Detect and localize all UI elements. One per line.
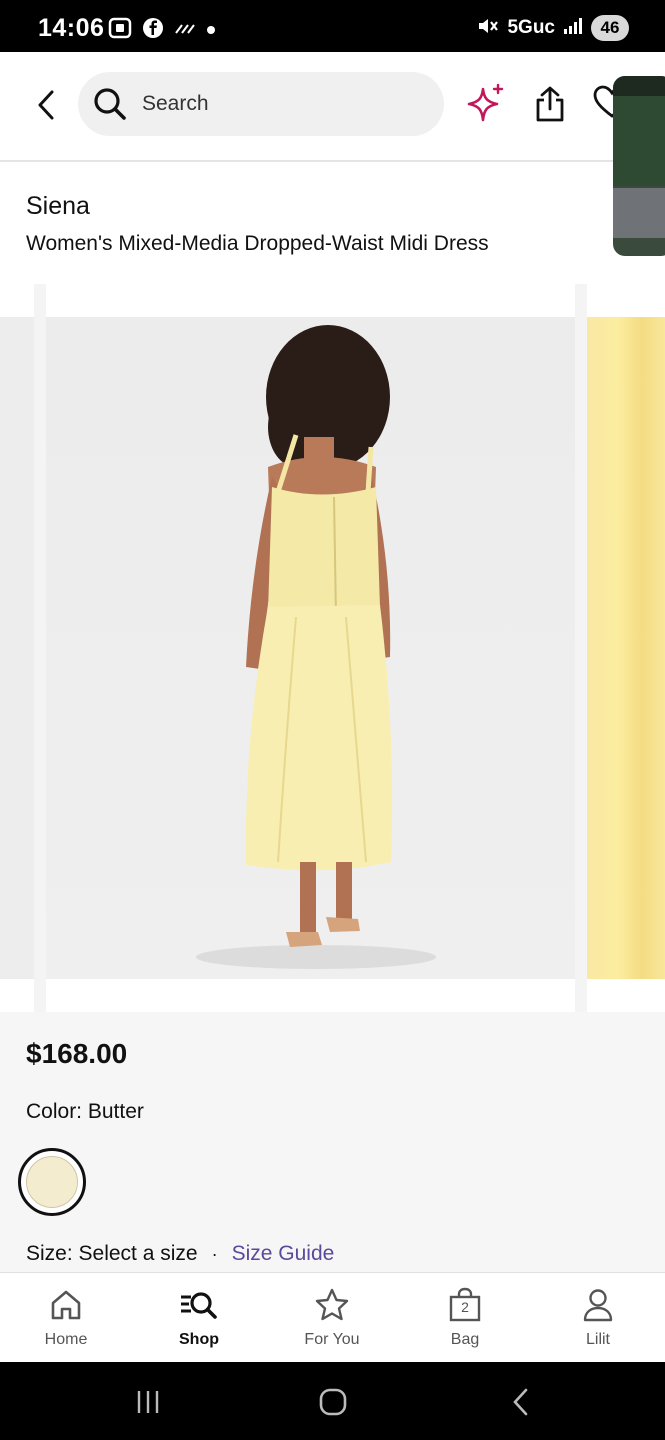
- system-navigation-bar: [0, 1362, 665, 1440]
- nav-label-account: Lilit: [585, 1331, 610, 1348]
- pip-scene-road: [613, 188, 665, 238]
- nav-item-account[interactable]: Lilit: [548, 1285, 648, 1349]
- size-label: Size: Select a size: [26, 1242, 198, 1265]
- product-details: $168.00 Color: Butter Size: Select a siz…: [0, 1012, 665, 1272]
- nav-item-shop[interactable]: Shop: [149, 1285, 249, 1349]
- facebook-icon: [142, 17, 164, 44]
- status-icons-right: 5Guc 46: [477, 15, 629, 41]
- carousel-next-image[interactable]: [587, 317, 665, 979]
- share-button[interactable]: [528, 82, 572, 126]
- carousel-prev-image[interactable]: [0, 317, 34, 979]
- sparkle-icon: [467, 83, 504, 122]
- chevron-left-icon: [38, 90, 54, 120]
- mute-icon: [477, 16, 499, 41]
- recent-apps-button[interactable]: [128, 1384, 168, 1420]
- ai-assistant-button[interactable]: [462, 82, 506, 126]
- search-input[interactable]: Search: [78, 72, 444, 136]
- dot-icon: [206, 22, 216, 40]
- status-bar: 14:06 5Guc 46: [0, 0, 665, 52]
- bottom-navigation: Home Shop For You 2 Bag Lilit: [0, 1272, 665, 1362]
- product-price: $168.00: [26, 1038, 128, 1069]
- network-type: 5Guc: [507, 17, 555, 38]
- screenshot-icon: [108, 17, 132, 44]
- signal-icon: [563, 17, 583, 40]
- product-title: Women's Mixed-Media Dropped-Waist Midi D…: [26, 232, 489, 255]
- bag-count-badge: 2: [461, 1299, 469, 1315]
- search-icon: [92, 86, 128, 122]
- battery-indicator: 46: [591, 15, 629, 41]
- picture-in-picture-video[interactable]: [613, 76, 665, 256]
- product-brand[interactable]: Siena: [26, 192, 90, 221]
- search-placeholder: Search: [142, 92, 209, 115]
- dress-model-illustration: [196, 325, 436, 969]
- size-guide-link[interactable]: Size Guide: [232, 1242, 335, 1266]
- home-system-button[interactable]: [313, 1384, 353, 1420]
- nav-item-home[interactable]: Home: [16, 1285, 116, 1349]
- shop-search-icon: [181, 1292, 217, 1319]
- star-icon: [315, 1288, 349, 1321]
- account-icon: [583, 1289, 613, 1322]
- home-circle-icon: [319, 1388, 347, 1416]
- nav-label-bag: Bag: [450, 1331, 480, 1348]
- color-swatch-fill: [26, 1156, 78, 1208]
- color-swatch-butter[interactable]: [18, 1148, 86, 1216]
- status-time: 14:06: [38, 14, 105, 42]
- status-icons-left: [108, 17, 216, 44]
- nav-label-home: Home: [44, 1331, 88, 1348]
- nav-label-for-you: For You: [304, 1331, 360, 1348]
- product-image-main[interactable]: [46, 317, 575, 979]
- top-header: Search: [0, 52, 665, 162]
- size-separator: ·: [211, 1243, 218, 1264]
- nav-item-for-you[interactable]: For You: [282, 1285, 382, 1349]
- nav-label-shop: Shop: [179, 1331, 219, 1348]
- back-system-button[interactable]: [500, 1384, 540, 1420]
- product-image-carousel[interactable]: [0, 284, 665, 1012]
- wifi-calling-icon: [174, 21, 196, 40]
- nav-item-bag[interactable]: 2 Bag: [415, 1285, 515, 1349]
- back-button[interactable]: [30, 85, 62, 125]
- share-icon: [536, 86, 564, 122]
- color-label: Color: Butter: [26, 1100, 144, 1123]
- back-chevron-icon: [513, 1388, 528, 1416]
- recent-apps-icon: [137, 1391, 159, 1413]
- pip-scene-trees: [613, 96, 665, 186]
- pip-top-strip: [613, 76, 665, 98]
- size-row: Size: Select a size · Size Guide: [26, 1242, 334, 1266]
- home-icon: [51, 1290, 81, 1320]
